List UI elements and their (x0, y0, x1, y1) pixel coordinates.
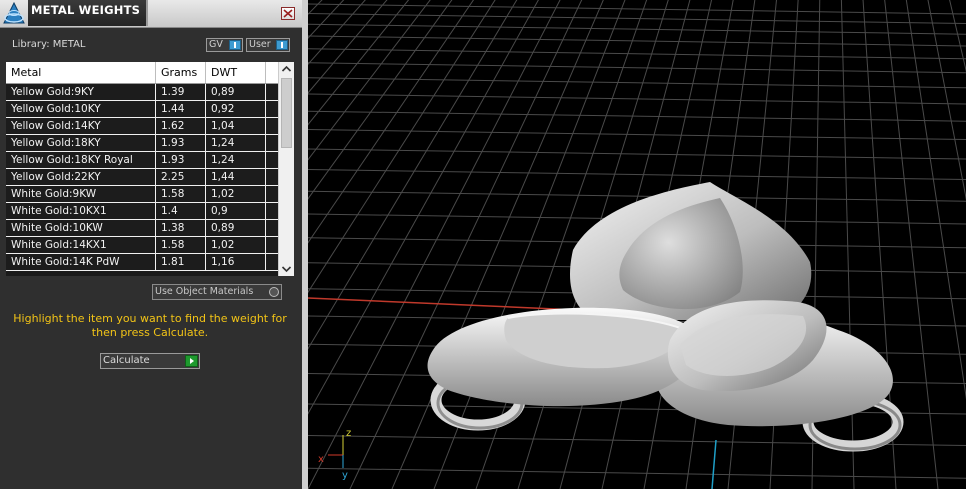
metal-cell: Yellow Gold:18KY Royal (6, 152, 156, 168)
table-row[interactable]: Yellow Gold:14KY 1.62 1,04 (6, 118, 278, 135)
column-header-metal[interactable]: Metal (6, 62, 156, 83)
3d-viewport[interactable]: z x y (308, 0, 966, 489)
dwt-cell: 0,92 (206, 101, 266, 117)
metal-cell: White Gold:10KX1 (6, 203, 156, 219)
scroll-down-icon[interactable] (279, 262, 294, 276)
table-row[interactable]: White Gold:14K PdW 1.81 1,16 (6, 254, 278, 271)
table-row[interactable]: Yellow Gold:18KY 1.93 1,24 (6, 135, 278, 152)
grid-line (308, 13, 966, 25)
metal-cell: Yellow Gold:18KY (6, 135, 156, 151)
dwt-cell: 1,04 (206, 118, 266, 134)
column-header-dwt[interactable]: DWT (206, 62, 266, 83)
close-button[interactable] (281, 7, 295, 20)
grid-line (308, 467, 966, 479)
gizmo-z-label: z (346, 428, 351, 439)
grams-cell: 1.58 (156, 186, 206, 202)
table-row[interactable]: White Gold:14KX1 1.58 1,02 (6, 237, 278, 254)
user-button[interactable]: User (246, 38, 290, 52)
close-icon (283, 9, 293, 18)
gizmo-x-label: x (318, 454, 324, 465)
library-label: Library: METAL (12, 39, 86, 50)
table-row[interactable]: Yellow Gold:10KY 1.44 0,92 (6, 101, 278, 118)
metal-cell: White Gold:14KX1 (6, 237, 156, 253)
grams-cell: 1.93 (156, 152, 206, 168)
gizmo-y-label: y (342, 470, 348, 481)
viewport-canvas: z x y (308, 0, 966, 489)
table-body: Yellow Gold:9KY 1.39 0,89 Yellow Gold:10KY 1… (6, 84, 278, 271)
use-object-materials-label: Use Object Materials (155, 286, 254, 297)
dwt-cell: 1,24 (206, 152, 266, 168)
dwt-cell: 1,24 (206, 135, 266, 151)
grid-line (308, 110, 966, 122)
play-icon (185, 355, 198, 367)
table-row[interactable]: Yellow Gold:18KY Royal 1.93 1,24 (6, 152, 278, 169)
user-indicator-icon (276, 40, 288, 50)
use-object-materials-toggle[interactable]: Use Object Materials (152, 284, 282, 300)
app-logo-icon (3, 1, 25, 24)
table-row[interactable]: White Gold:9KW 1.58 1,02 (6, 186, 278, 203)
grid-line (308, 35, 966, 47)
grid-line (308, 3, 966, 15)
gv-button[interactable]: GV (206, 38, 243, 52)
gv-label: GV (209, 39, 223, 50)
metal-cell: Yellow Gold:10KY (6, 101, 156, 117)
grams-cell: 1.39 (156, 84, 206, 100)
dwt-cell: 1,02 (206, 186, 266, 202)
table-row[interactable]: White Gold:10KX1 1.4 0,9 (6, 203, 278, 220)
grid-line (308, 169, 966, 181)
dwt-cell: 0,89 (206, 84, 266, 100)
metal-cell: White Gold:10KW (6, 220, 156, 236)
dwt-cell: 1,16 (206, 254, 266, 270)
metal-cell: Yellow Gold:9KY (6, 84, 156, 100)
instruction-text: Highlight the item you want to find the … (13, 312, 287, 339)
column-header-grams[interactable]: Grams (156, 62, 206, 83)
grams-cell: 1.58 (156, 237, 206, 253)
metal-cell: Yellow Gold:14KY (6, 118, 156, 134)
grid-line (308, 23, 966, 35)
grams-cell: 1.81 (156, 254, 206, 270)
metal-weights-panel: METAL WEIGHTS Library: METAL GV User Met… (0, 0, 303, 489)
dwt-cell: 0,89 (206, 220, 266, 236)
user-label: User (249, 39, 271, 50)
grams-cell: 1.4 (156, 203, 206, 219)
grams-cell: 1.93 (156, 135, 206, 151)
scroll-up-icon[interactable] (279, 62, 294, 76)
grams-cell: 1.62 (156, 118, 206, 134)
metal-cell: White Gold:9KW (6, 186, 156, 202)
table-header: Metal Grams DWT (6, 62, 278, 84)
table-row[interactable]: Yellow Gold:9KY 1.39 0,89 (6, 84, 278, 101)
metal-cell: White Gold:14K PdW (6, 254, 156, 270)
grams-cell: 2.25 (156, 169, 206, 185)
scroll-thumb[interactable] (281, 78, 292, 148)
y-axis-line (711, 439, 717, 489)
calculate-label: Calculate (103, 355, 150, 366)
calculate-button[interactable]: Calculate (100, 353, 200, 369)
grid-line (308, 48, 966, 60)
dwt-cell: 1,44 (206, 169, 266, 185)
metal-cell: Yellow Gold:22KY (6, 169, 156, 185)
dwt-cell: 0,9 (206, 203, 266, 219)
gv-indicator-icon (229, 40, 241, 50)
dwt-cell: 1,02 (206, 237, 266, 253)
title-bar: METAL WEIGHTS (0, 0, 302, 28)
x-axis-line (308, 297, 579, 311)
grid-line (308, 77, 966, 89)
radio-icon (269, 287, 279, 297)
table-row[interactable]: White Gold:10KW 1.38 0,89 (6, 220, 278, 237)
grid-line (308, 148, 966, 160)
table-row[interactable]: Yellow Gold:22KY 2.25 1,44 (6, 169, 278, 186)
grams-cell: 1.38 (156, 220, 206, 236)
vertical-scrollbar[interactable] (278, 62, 294, 276)
panel-title: METAL WEIGHTS (31, 3, 141, 17)
grams-cell: 1.44 (156, 101, 206, 117)
metal-table: Metal Grams DWT Yellow Gold:9KY 1.39 0,89 Y… (6, 62, 294, 276)
